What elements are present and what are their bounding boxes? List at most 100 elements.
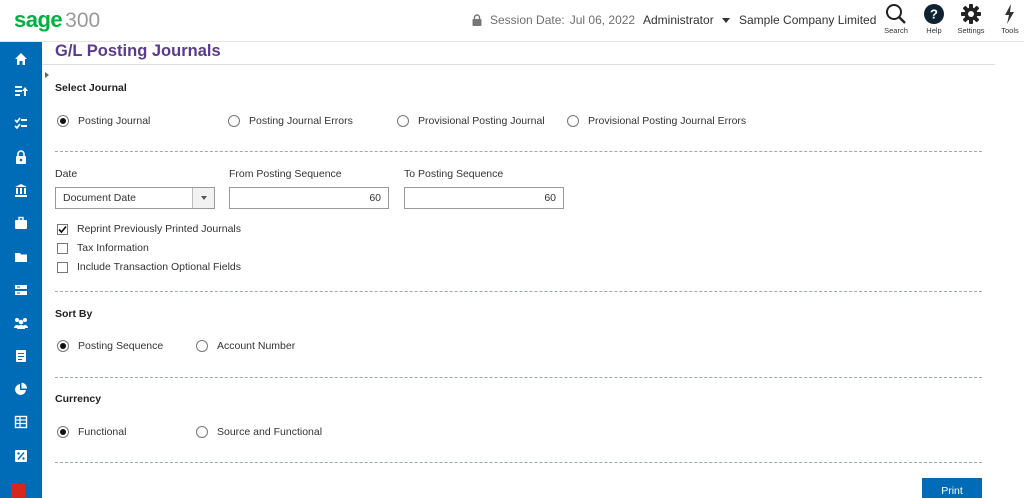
checkbox[interactable] (57, 261, 68, 273)
radio-label: Account Number (217, 340, 296, 352)
checklist-icon (14, 117, 27, 130)
search-label: Search (884, 26, 908, 35)
radio-provisional-posting-journal[interactable]: Provisional Posting Journal (397, 115, 545, 127)
sidebar-item-people[interactable] (0, 308, 42, 338)
checkbox-optional-fields[interactable]: Include Transaction Optional Fields (57, 261, 241, 273)
radio-currency-source-functional[interactable]: Source and Functional (196, 426, 322, 438)
sidebar-item-reports[interactable] (0, 374, 42, 404)
logo-number: 300 (65, 9, 101, 32)
print-button[interactable]: Print (922, 478, 982, 498)
radio-posting-journal[interactable]: Posting Journal (57, 115, 150, 127)
radio-button[interactable] (567, 115, 579, 127)
chevron-down-icon[interactable] (192, 188, 214, 208)
checkbox-label: Include Transaction Optional Fields (77, 261, 242, 273)
sidebar-item-server[interactable] (0, 275, 42, 305)
radio-sort-account-number[interactable]: Account Number (196, 340, 295, 352)
main-content: G/L Posting Journals Select Journal Post… (42, 42, 1024, 498)
sidebar-item-bank[interactable] (0, 175, 42, 205)
session-date: Session Date: Jul 06, 2022 (472, 13, 635, 27)
sidebar-item-briefcase[interactable] (0, 208, 42, 238)
sort-by-title: Sort By (55, 308, 93, 320)
section-divider (55, 462, 982, 463)
section-divider (55, 151, 982, 152)
user-menu[interactable]: Administrator (643, 13, 730, 27)
session-date-value: Jul 06, 2022 (569, 13, 636, 27)
sidebar-item-table[interactable] (0, 407, 42, 437)
page-title: G/L Posting Journals (55, 42, 221, 60)
help-label: Help (926, 26, 942, 35)
checkbox-label: Reprint Previously Printed Journals (77, 223, 241, 235)
bank-icon (15, 184, 27, 197)
sidebar-item-checklist[interactable] (0, 109, 42, 139)
radio-button[interactable] (57, 426, 69, 438)
expand-arrow-icon[interactable] (45, 72, 49, 78)
radio-button[interactable] (228, 115, 240, 127)
search-button[interactable]: Search (876, 3, 916, 35)
lock-icon (16, 150, 26, 164)
svg-text:?: ? (930, 7, 938, 22)
percent-icon (15, 450, 27, 462)
sidebar-item-ledger[interactable] (0, 341, 42, 371)
home-icon (15, 53, 27, 65)
sidebar (0, 42, 42, 498)
sidebar-item-transactions[interactable] (0, 76, 42, 106)
help-button[interactable]: ? Help (914, 3, 954, 35)
sidebar-item-tax[interactable] (0, 441, 42, 471)
lightning-icon (1005, 4, 1014, 24)
table-icon (14, 415, 28, 429)
date-select[interactable]: Document Date (55, 187, 215, 209)
radio-label: Source and Functional (217, 426, 323, 438)
top-bar: sage 300 Session Date: Jul 06, 2022 Admi… (0, 0, 1024, 42)
chevron-down-icon (721, 17, 730, 23)
to-sequence-input[interactable]: 60 (404, 187, 564, 209)
radio-label: Posting Journal (78, 115, 151, 127)
transactions-icon (15, 86, 28, 96)
radio-label: Provisional Posting Journal Errors (588, 115, 747, 127)
user-name: Administrator (643, 13, 714, 27)
logo-brand: sage (14, 7, 63, 32)
radio-sort-posting-sequence[interactable]: Posting Sequence (57, 340, 163, 352)
from-sequence-label: From Posting Sequence (229, 168, 342, 180)
checkbox[interactable] (57, 242, 68, 254)
radio-provisional-posting-journal-errors[interactable]: Provisional Posting Journal Errors (567, 115, 746, 127)
folder-icon (15, 253, 27, 262)
radio-label: Posting Journal Errors (249, 115, 353, 127)
radio-button[interactable] (196, 340, 208, 352)
select-journal-title: Select Journal (55, 82, 127, 94)
from-sequence-input[interactable]: 60 (229, 187, 389, 209)
radio-label: Functional (78, 426, 127, 438)
server-icon (15, 285, 27, 295)
radio-label: Provisional Posting Journal (418, 115, 545, 127)
check-icon (58, 225, 67, 233)
help-icon: ? (924, 4, 944, 24)
briefcase-icon (15, 216, 27, 229)
sidebar-item-security[interactable] (0, 142, 42, 172)
section-divider (55, 377, 982, 378)
checkbox[interactable] (57, 223, 68, 235)
lock-icon (472, 14, 482, 26)
people-icon (14, 318, 28, 329)
settings-button[interactable]: Settings (951, 3, 991, 35)
checkbox-tax-information[interactable]: Tax Information (57, 242, 149, 254)
section-divider (55, 291, 982, 292)
sage-logo[interactable]: sage 300 (14, 7, 100, 33)
tools-label: Tools (1001, 26, 1019, 35)
sidebar-item-folder[interactable] (0, 242, 42, 272)
app-badge-icon[interactable] (11, 484, 25, 498)
radio-posting-journal-errors[interactable]: Posting Journal Errors (228, 115, 353, 127)
radio-button[interactable] (57, 115, 69, 127)
pie-chart-icon (15, 382, 28, 395)
radio-button[interactable] (397, 115, 409, 127)
date-label: Date (55, 168, 78, 180)
sidebar-item-home[interactable] (0, 44, 42, 74)
radio-currency-functional[interactable]: Functional (57, 426, 126, 438)
checkbox-reprint[interactable]: Reprint Previously Printed Journals (57, 223, 241, 235)
company-name[interactable]: Sample Company Limited (739, 13, 876, 27)
radio-button[interactable] (57, 340, 69, 352)
gear-icon (961, 4, 981, 24)
to-sequence-label: To Posting Sequence (404, 168, 504, 180)
tools-button[interactable]: Tools (990, 3, 1024, 35)
date-select-value: Document Date (63, 192, 136, 204)
radio-button[interactable] (196, 426, 208, 438)
session-label: Session Date: (490, 13, 565, 27)
